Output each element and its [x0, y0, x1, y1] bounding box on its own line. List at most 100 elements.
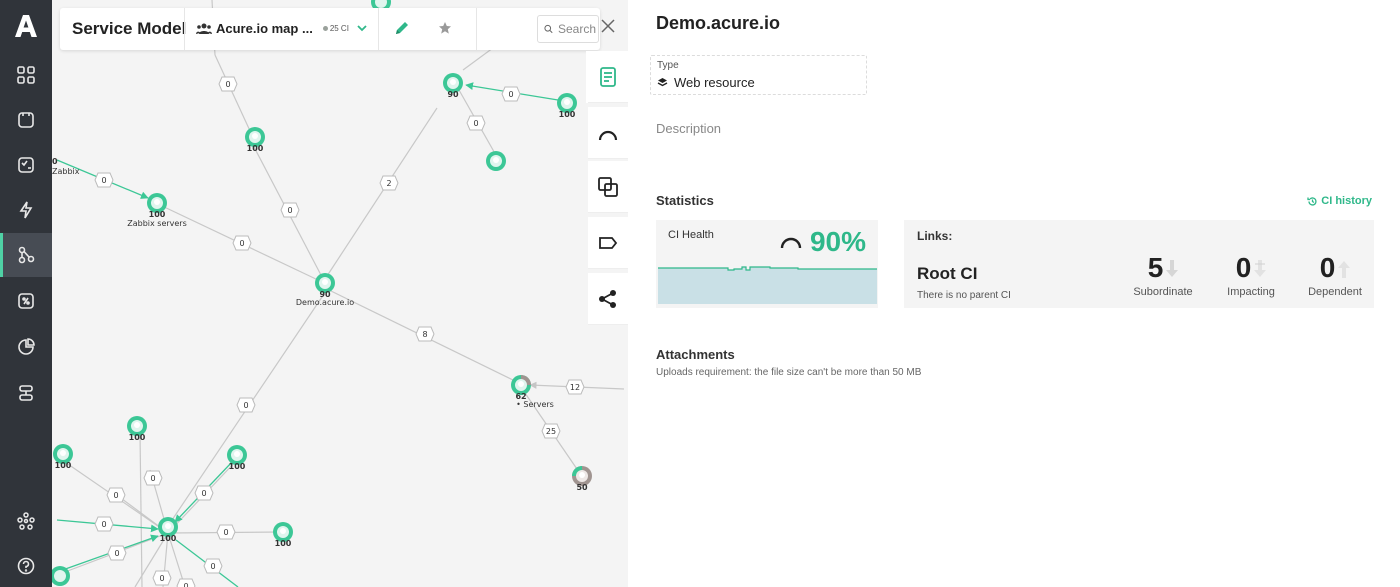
page-title: Service Model [72, 19, 187, 38]
document-icon [600, 66, 616, 87]
graph-node: 0Zabbix [52, 157, 80, 176]
tab-health[interactable] [588, 107, 628, 159]
impacting-stat[interactable]: 0 Impacting [1218, 252, 1284, 298]
acure-logo[interactable] [12, 12, 40, 40]
left-navigation [0, 0, 52, 587]
svg-text:0: 0 [473, 119, 478, 128]
tab-relations[interactable] [588, 161, 628, 213]
ci-title: Demo.acure.io [656, 13, 781, 33]
tab-info[interactable] [588, 51, 628, 103]
svg-text:100: 100 [55, 461, 72, 470]
graph-node: 100 [158, 517, 178, 543]
type-field[interactable]: Type Web resource [650, 55, 867, 95]
svg-text:100: 100 [160, 534, 177, 543]
graph-node-selected: 90Demo.acure.io [296, 273, 354, 307]
graph-node: 100 [227, 445, 247, 471]
impacting-label: Impacting [1227, 286, 1275, 298]
tab-tags[interactable] [588, 217, 628, 269]
description-field[interactable]: Description [656, 121, 721, 136]
arrow-up-icon [1338, 261, 1351, 278]
star-icon[interactable] [438, 21, 452, 35]
svg-text:50: 50 [576, 483, 588, 492]
service-model-icon [18, 246, 35, 264]
svg-text:100: 100 [247, 144, 264, 153]
service-graph[interactable]: 0 0 0 0 2 0 0 8 12 25 0 0 0 0 0 0 0 0 0 … [52, 0, 628, 587]
reports-nav-button[interactable] [0, 325, 52, 369]
toolbar-divider [378, 8, 379, 50]
root-ci-subtitle: There is no parent CI [917, 290, 1011, 301]
svg-text:2: 2 [386, 179, 391, 188]
subordinate-stat[interactable]: 5 Subordinate [1128, 252, 1198, 298]
ci-health-value: 90% [780, 226, 866, 258]
graph-node: 100 [127, 416, 147, 442]
edge-labels: 0 0 0 0 2 0 0 8 12 25 0 0 0 0 0 0 0 0 0 … [94, 76, 585, 587]
dashboard-nav-button[interactable] [0, 53, 52, 97]
graph-node: 62• Servers [511, 375, 554, 409]
svg-text:0: 0 [201, 489, 206, 498]
type-value: Web resource [657, 75, 755, 90]
toolbar-divider [476, 8, 477, 50]
chevron-down-icon[interactable] [356, 22, 368, 34]
map-selector[interactable]: Acure.io map ... 25 CI [196, 21, 349, 36]
ci-health-percent: 90% [809, 226, 866, 257]
dependent-count: 0 [1319, 252, 1336, 283]
help-nav-button[interactable] [0, 544, 52, 587]
ci-health-card: CI Health 90% [656, 220, 878, 308]
automation-nav-button[interactable] [0, 279, 52, 323]
group-icon [196, 23, 212, 34]
svg-text:0: 0 [101, 176, 106, 185]
integrations-nav-button[interactable] [0, 499, 52, 543]
ci-health-label: CI Health [668, 229, 714, 241]
dependent-label: Dependent [1308, 286, 1362, 298]
svg-text:• Servers: • Servers [516, 400, 554, 409]
svg-text:0: 0 [113, 491, 118, 500]
svg-text:0: 0 [114, 549, 119, 558]
help-icon [17, 557, 35, 575]
events-nav-button[interactable] [0, 188, 52, 232]
map-name: Acure.io map ... [216, 21, 313, 36]
graph-node: 100 [557, 93, 577, 119]
graph-node [486, 151, 506, 171]
gauge-icon [598, 130, 618, 140]
root-ci-title: Root CI [917, 264, 978, 283]
links-card: Links: Root CI There is no parent CI 5 S… [904, 220, 1374, 308]
tab-share[interactable] [588, 273, 628, 325]
close-panel-button[interactable] [596, 14, 620, 38]
svg-text:100: 100 [149, 210, 166, 219]
map-toolbar: Service Model Acure.io map ... 25 CI [60, 8, 600, 50]
svg-text:0: 0 [223, 528, 228, 537]
tasks-nav-button[interactable] [0, 143, 52, 187]
graph-edges-health [56, 82, 559, 587]
settings-nav-button[interactable] [0, 371, 52, 415]
share-icon [599, 289, 616, 308]
network-icon [17, 512, 35, 530]
tag-icon [599, 236, 618, 249]
svg-text:0: 0 [508, 90, 513, 99]
graph-node: 100 [273, 522, 293, 548]
edit-pencil-icon[interactable] [393, 19, 411, 37]
service-model-nav-button[interactable] [0, 233, 52, 277]
svg-text:0: 0 [52, 157, 58, 166]
storage-nav-button[interactable] [0, 98, 52, 142]
graph-node: 100 [245, 127, 265, 153]
graph-node: 90 [443, 73, 463, 99]
copy-icon [598, 176, 618, 197]
subordinate-count: 5 [1147, 252, 1164, 283]
svg-text:Zabbix: Zabbix [52, 167, 80, 176]
toolbar-divider [184, 8, 185, 50]
dependent-stat[interactable]: 0 Dependent [1300, 252, 1370, 298]
grid-icon [17, 66, 35, 84]
svg-text:0: 0 [101, 520, 106, 529]
gauge-icon [780, 237, 802, 249]
ci-count-badge: 25 CI [323, 24, 349, 33]
ci-history-link[interactable]: CI history [1307, 195, 1372, 207]
attachments-heading: Attachments [656, 347, 735, 362]
storage-icon [18, 112, 34, 128]
service-map-canvas[interactable]: 0 0 0 0 2 0 0 8 12 25 0 0 0 0 0 0 0 0 0 … [52, 0, 628, 587]
arrow-down-icon [1166, 260, 1179, 277]
pie-chart-icon [18, 338, 35, 355]
svg-text:0: 0 [183, 582, 188, 587]
svg-text:0: 0 [150, 474, 155, 483]
close-icon [601, 19, 615, 33]
svg-text:Zabbix servers: Zabbix servers [127, 219, 187, 228]
